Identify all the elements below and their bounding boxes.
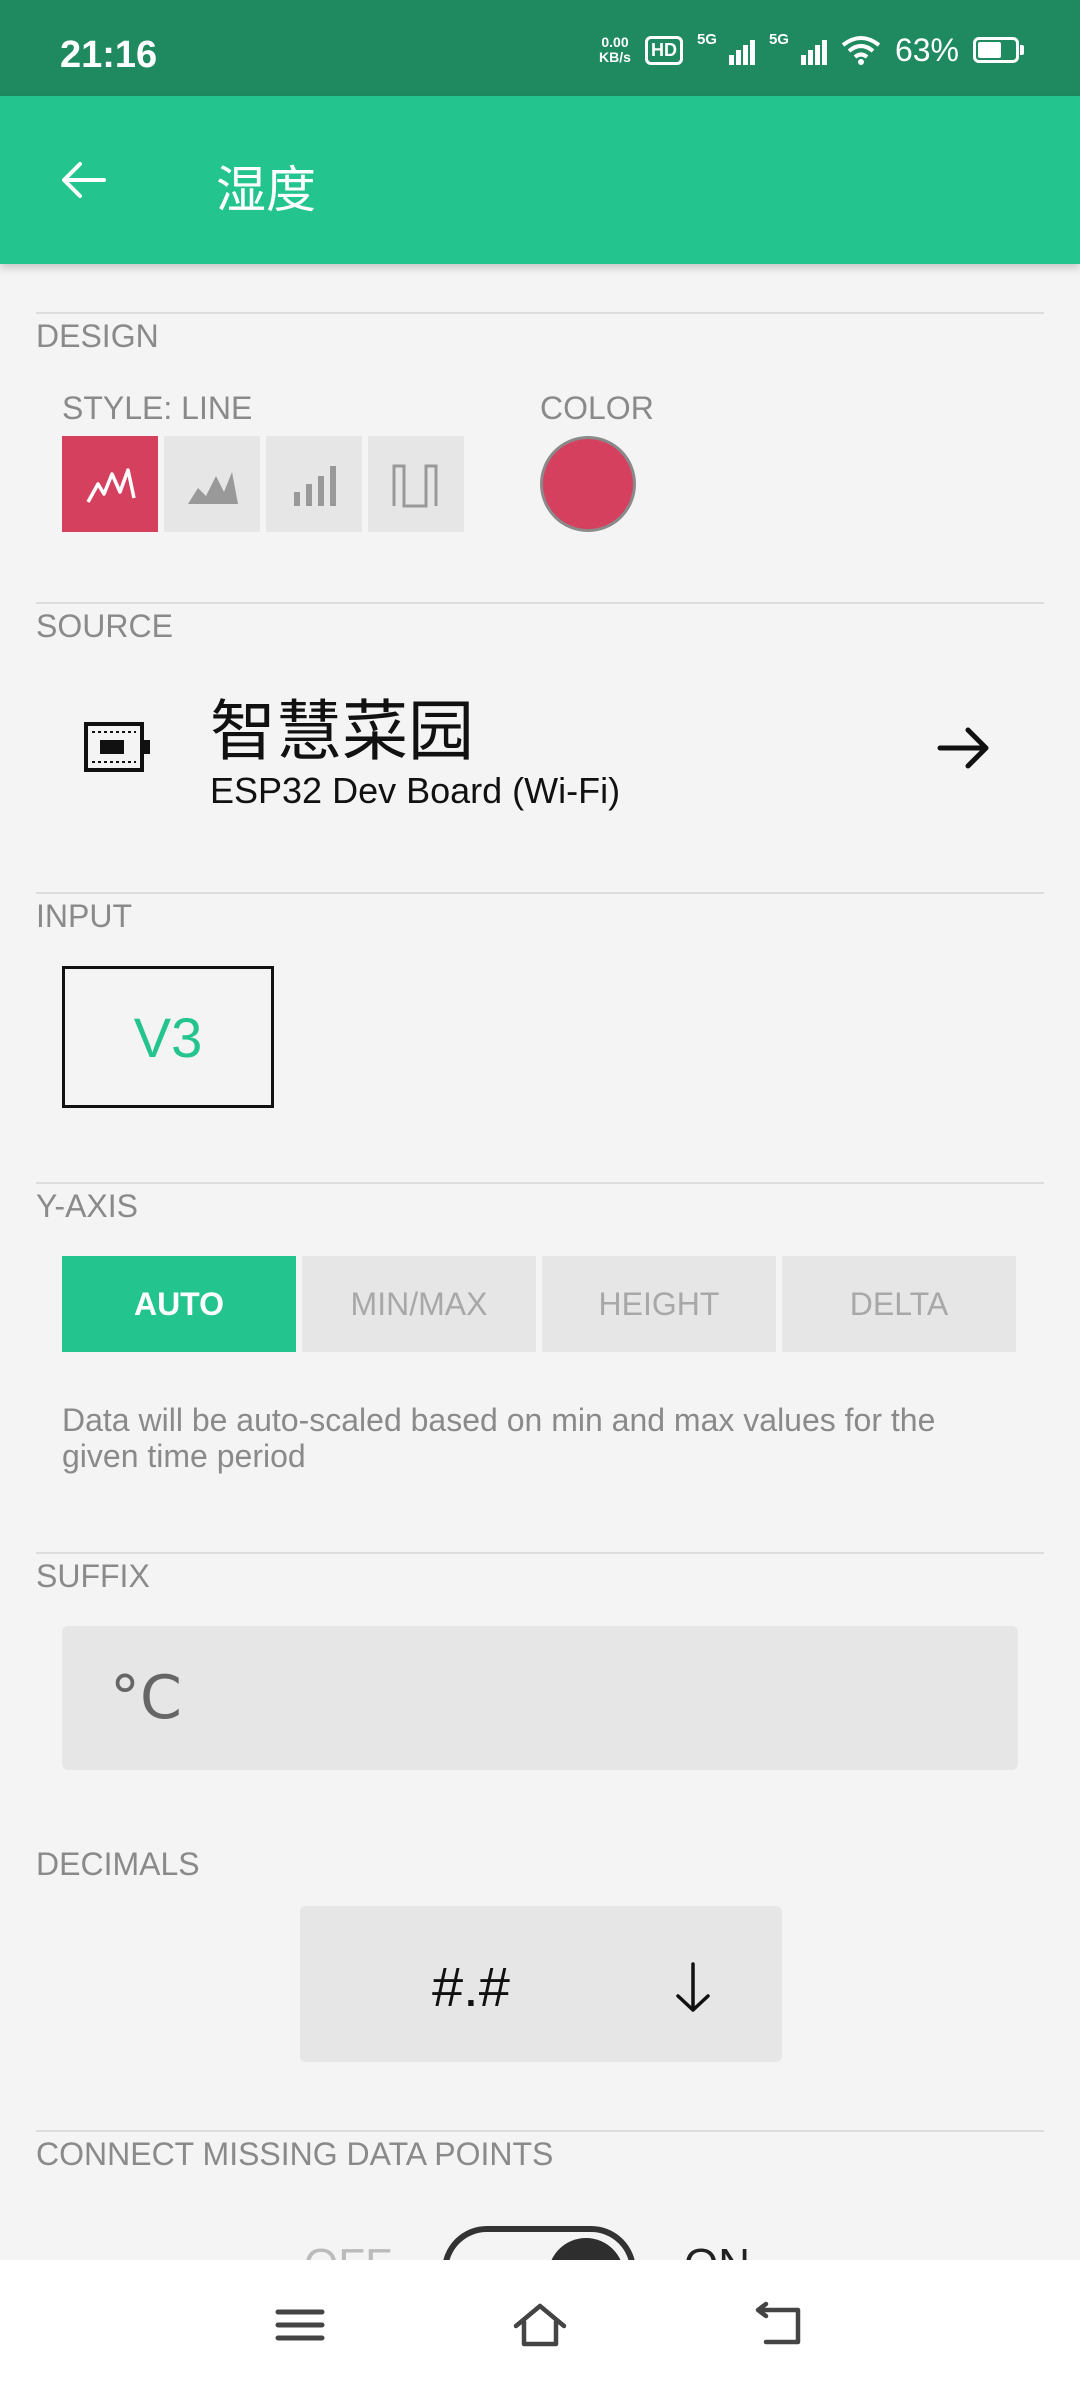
network-speed-value: 0.00 xyxy=(601,34,629,50)
input-section-label: INPUT xyxy=(36,898,132,934)
style-bar-button[interactable] xyxy=(266,436,362,532)
page-title: 湿度 xyxy=(216,161,316,219)
connect-missing-divider xyxy=(36,2130,1044,2132)
arrow-left-icon[interactable] xyxy=(52,148,116,212)
battery-percent: 63% xyxy=(894,31,959,68)
decimals-value: #.# xyxy=(432,1955,510,2018)
bar-chart-icon xyxy=(294,466,336,506)
y-axis-auto-button[interactable]: AUTO xyxy=(62,1256,296,1352)
app-bar: 湿度 xyxy=(0,96,1080,264)
signal-icon-2: 5G xyxy=(769,31,827,65)
device-name[interactable]: 智慧菜园 xyxy=(210,678,474,774)
suffix-section-label: SUFFIX xyxy=(36,1558,150,1594)
network-speed-unit: KB/s xyxy=(599,49,631,65)
signal-1-label: 5G xyxy=(696,31,717,48)
design-section-label: DESIGN xyxy=(36,318,159,354)
status-icons: 0.00 KB/s HD 5G 5G 63% xyxy=(599,30,1024,70)
device-type: ESP32 Dev Board (Wi-Fi) xyxy=(210,770,621,811)
arrow-right-icon[interactable] xyxy=(934,720,994,776)
y-axis-section-label: Y-AXIS xyxy=(36,1188,138,1224)
arrow-down-icon xyxy=(676,1962,710,2012)
toggle-off-label: OFF xyxy=(304,2240,392,2260)
battery-icon xyxy=(973,37,1024,63)
suffix-input[interactable]: °C xyxy=(62,1626,1018,1770)
style-area-button[interactable] xyxy=(164,436,260,532)
style-line-button[interactable] xyxy=(62,436,158,532)
source-section-label: SOURCE xyxy=(36,608,173,644)
area-chart-icon xyxy=(188,472,238,504)
y-axis-minmax-button[interactable]: MIN/MAX xyxy=(302,1256,536,1352)
signal-icon-1: 5G xyxy=(697,31,755,65)
toggle-on-label: ON xyxy=(684,2240,750,2260)
menu-icon[interactable] xyxy=(272,2300,328,2350)
connect-missing-toggle-row: OFF ON xyxy=(0,2220,1080,2260)
connect-missing-section-label: CONNECT MISSING DATA POINTS xyxy=(36,2136,554,2172)
board-icon xyxy=(84,722,150,772)
style-label: STYLE: LINE xyxy=(62,390,253,426)
signal-2-label: 5G xyxy=(768,31,789,48)
style-binary-button[interactable] xyxy=(368,436,464,532)
home-icon[interactable] xyxy=(512,2300,568,2350)
decimals-dropdown[interactable]: #.# xyxy=(300,1906,782,2062)
y-axis-height-button[interactable]: HEIGHT xyxy=(542,1256,776,1352)
input-divider xyxy=(36,892,1044,894)
binary-chart-icon xyxy=(392,464,438,508)
back-icon[interactable] xyxy=(752,2300,808,2350)
color-swatch[interactable] xyxy=(540,436,636,532)
network-speed: 0.00 KB/s xyxy=(599,35,631,65)
y-axis-help-text: Data will be auto-scaled based on min an… xyxy=(62,1402,936,1474)
source-divider xyxy=(36,602,1044,604)
hd-icon: HD xyxy=(644,35,683,65)
design-divider xyxy=(36,312,1044,314)
status-time: 21:16 xyxy=(60,34,158,76)
decimals-section-label: DECIMALS xyxy=(36,1846,200,1882)
wifi-icon xyxy=(841,36,881,65)
line-chart-icon xyxy=(86,468,136,503)
pin-selector[interactable]: V3 xyxy=(62,966,274,1108)
system-nav-bar xyxy=(0,2260,1080,2388)
y-axis-delta-button[interactable]: DELTA xyxy=(782,1256,1016,1352)
y-axis-divider xyxy=(36,1182,1044,1184)
status-bar: 21:16 0.00 KB/s HD 5G 5G 63% xyxy=(0,0,1080,96)
color-label: COLOR xyxy=(540,390,654,426)
suffix-divider xyxy=(36,1552,1044,1554)
